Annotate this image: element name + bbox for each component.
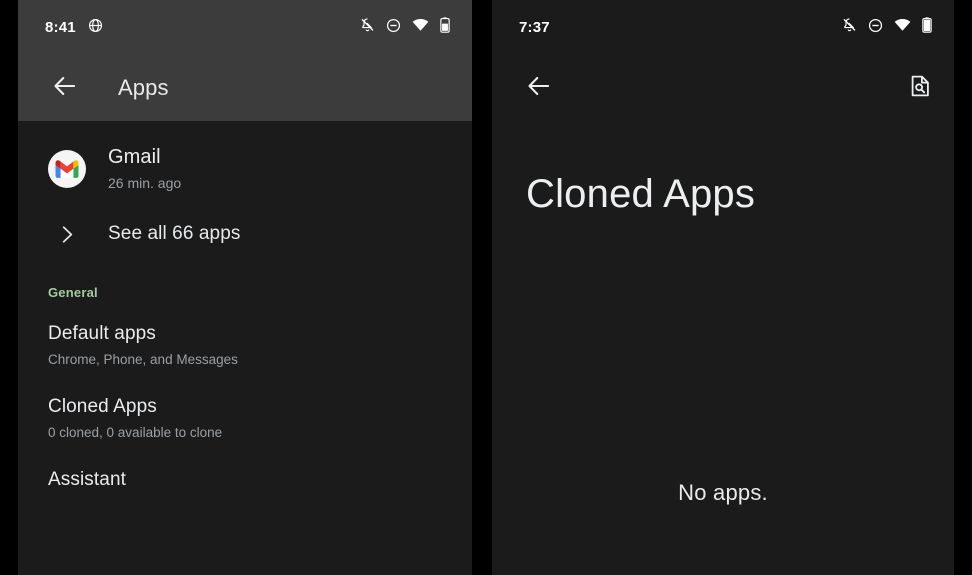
dual-screenshot-canvas: 8:41 Apps Gmail 26 min. ago See all 66 a… xyxy=(0,0,972,575)
left-status-bar-right xyxy=(360,17,450,38)
right-app-bar xyxy=(492,55,954,121)
list-item-subtitle: 0 cloned, 0 available to clone xyxy=(48,425,223,440)
left-settings-list: Gmail 26 min. ago See all 66 apps Genera… xyxy=(18,121,472,492)
page-title: Apps xyxy=(118,75,169,100)
arrow-back-icon[interactable] xyxy=(52,73,78,104)
see-all-apps-row[interactable]: See all 66 apps xyxy=(18,207,472,261)
list-item-assistant[interactable]: Assistant xyxy=(18,454,472,492)
recent-app-name: Gmail xyxy=(108,146,161,168)
empty-state-text: No apps. xyxy=(678,480,768,505)
section-header-general: General xyxy=(48,285,98,300)
right-status-bar-right xyxy=(842,17,932,38)
recent-app-subtitle: 26 min. ago xyxy=(108,175,182,191)
wifi-icon xyxy=(894,18,911,37)
left-status-bar: 8:41 xyxy=(18,0,472,55)
right-status-bar: 7:37 xyxy=(492,0,954,55)
chevron-right-icon xyxy=(48,225,86,244)
left-app-bar: Apps xyxy=(18,55,472,121)
list-item-default-apps[interactable]: Default apps Chrome, Phone, and Messages xyxy=(18,308,472,381)
globe-icon xyxy=(88,18,103,38)
right-status-bar-left: 7:37 xyxy=(519,19,550,36)
left-phone-screen: 8:41 Apps Gmail 26 min. ago See all 66 a… xyxy=(18,0,472,575)
do-not-disturb-icon xyxy=(868,18,883,38)
list-item-cloned-apps[interactable]: Cloned Apps 0 cloned, 0 available to clo… xyxy=(18,381,472,454)
arrow-back-icon[interactable] xyxy=(526,73,552,104)
list-item-title: Assistant xyxy=(48,469,126,490)
recent-app-row[interactable]: Gmail 26 min. ago xyxy=(18,129,472,207)
recent-app-texts: Gmail 26 min. ago xyxy=(108,145,181,193)
cloned-apps-heading: Cloned Apps xyxy=(526,172,756,216)
battery-icon xyxy=(922,17,932,38)
right-phone-screen: 7:37 Cloned Apps No apps. xyxy=(492,0,954,575)
battery-icon xyxy=(440,17,450,38)
status-clock: 8:41 xyxy=(45,19,76,36)
empty-state-container: No apps. xyxy=(492,480,954,506)
gmail-icon xyxy=(48,150,86,188)
list-item-title: Default apps xyxy=(48,323,156,344)
list-item-title: Cloned Apps xyxy=(48,396,157,417)
wifi-icon xyxy=(412,18,429,37)
list-item-subtitle: Chrome, Phone, and Messages xyxy=(48,352,238,367)
document-search-icon[interactable] xyxy=(908,74,932,103)
see-all-apps-label: See all 66 apps xyxy=(108,223,241,244)
status-clock: 7:37 xyxy=(519,19,550,36)
notifications-off-icon xyxy=(842,17,857,38)
left-status-bar-left: 8:41 xyxy=(45,18,103,38)
notifications-off-icon xyxy=(360,17,375,38)
do-not-disturb-icon xyxy=(386,18,401,38)
